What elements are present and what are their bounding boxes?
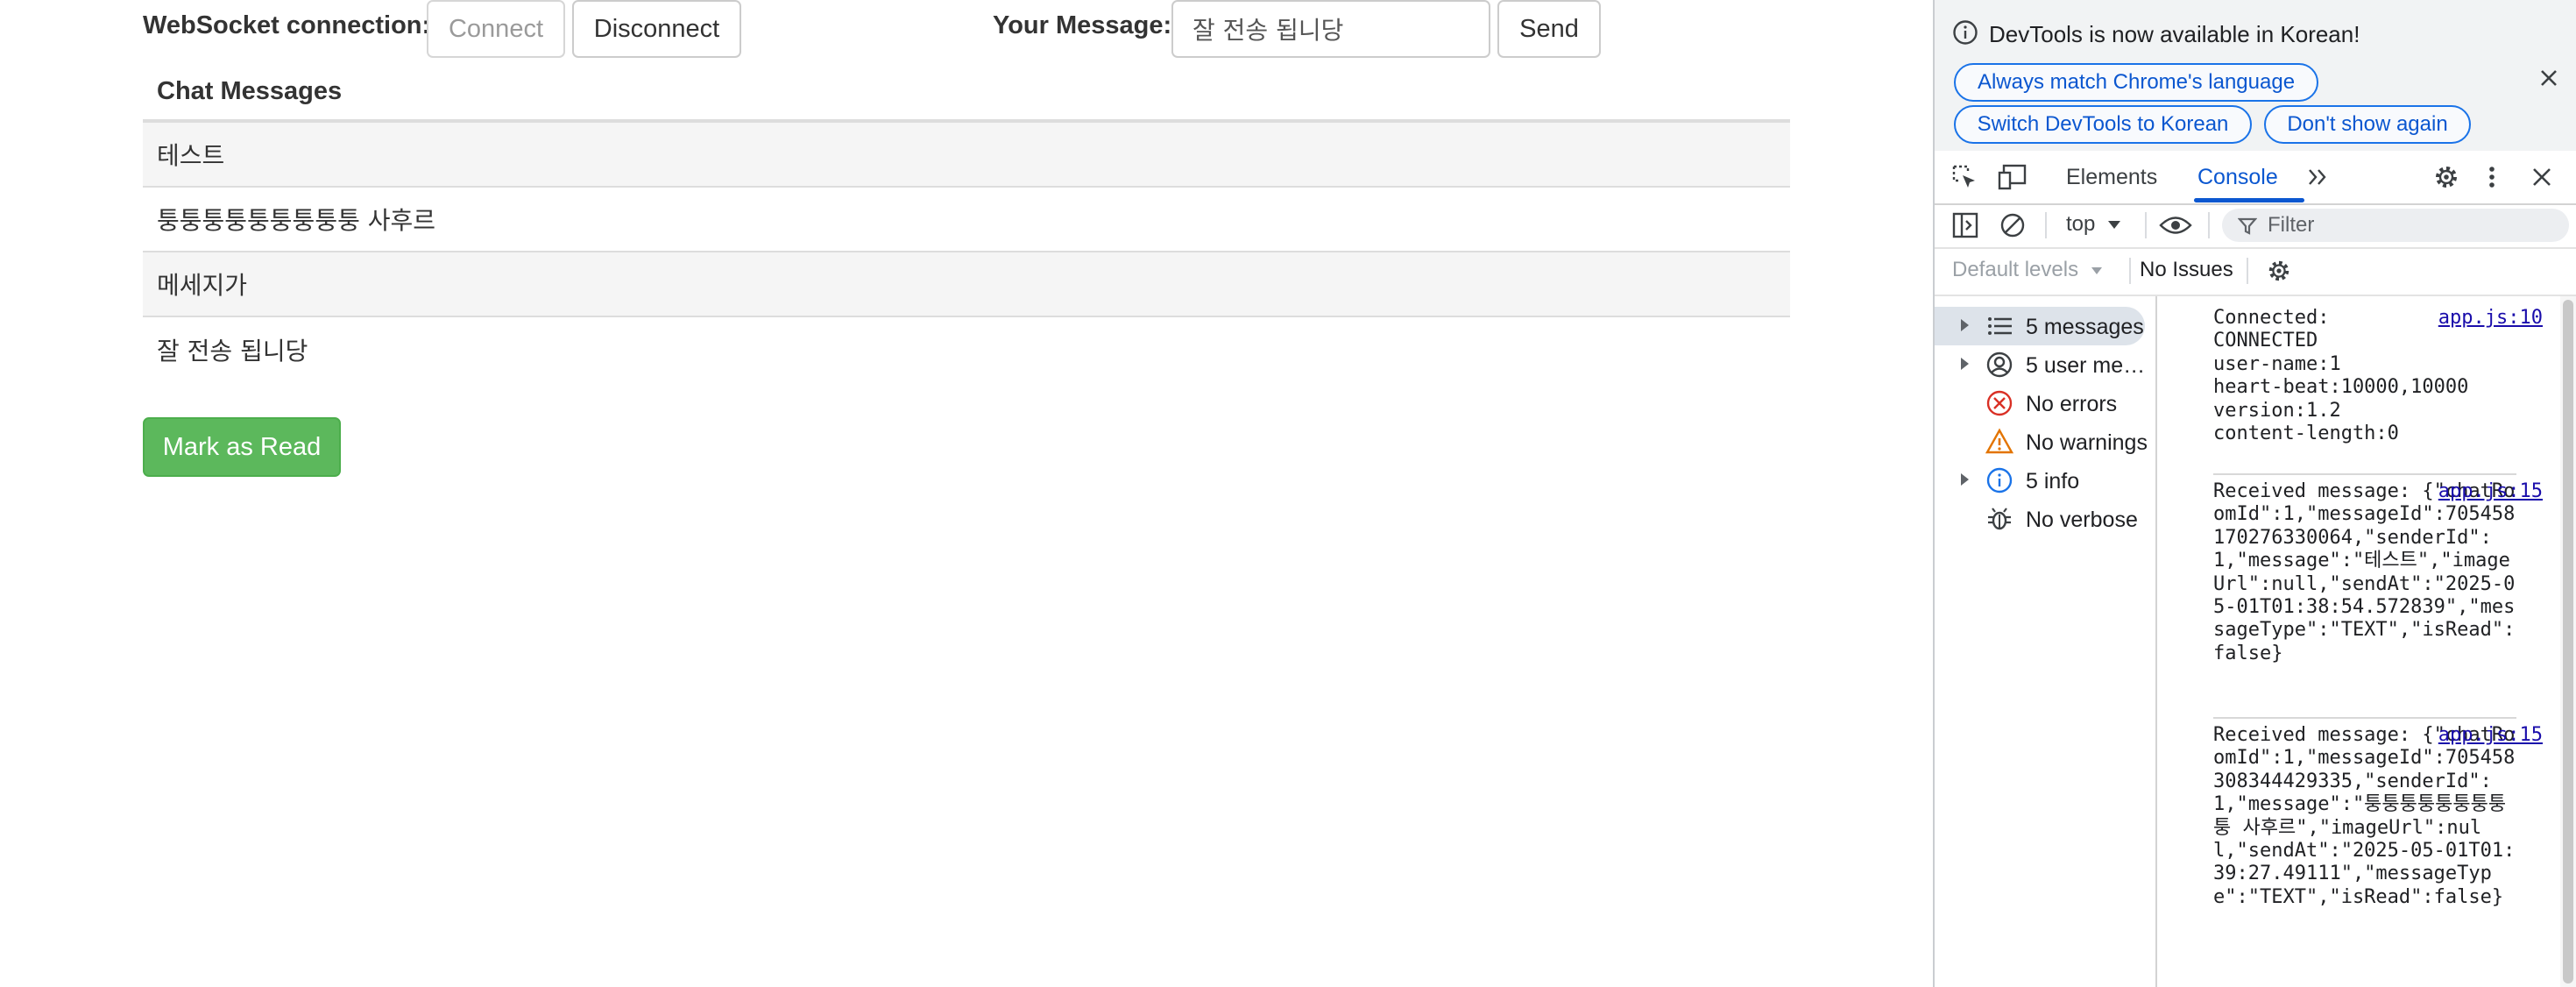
sidebar-item-warnings[interactable]: No warnings [1935, 422, 2154, 461]
console-toolbar: top Filter [1935, 203, 2576, 249]
switch-to-korean-button[interactable]: Switch DevTools to Korean [1954, 105, 2252, 144]
filter-input[interactable]: Filter [2222, 209, 2569, 242]
active-tab-indicator [2194, 198, 2304, 202]
log-levels-dropdown[interactable]: Default levels [1952, 258, 2102, 282]
scrollbar-thumb[interactable] [2563, 300, 2573, 983]
connect-button[interactable]: Connect [427, 0, 565, 58]
log-source-link[interactable]: app.js:15 [2438, 480, 2543, 503]
message-input[interactable]: 잘 전송 됩니당 [1171, 0, 1490, 58]
sidebar-item-label: No errors [2026, 392, 2118, 416]
devtools-panel: DevTools is now available in Korean! Alw… [1933, 0, 2576, 987]
close-icon[interactable] [2537, 67, 2560, 89]
info-icon [1953, 20, 1978, 45]
sidebar-item-messages[interactable]: 5 messages [1935, 307, 2145, 345]
filter-placeholder: Filter [2268, 213, 2315, 237]
warning-icon [1985, 428, 2013, 454]
chevron-down-icon [2091, 266, 2102, 274]
divider [2145, 212, 2147, 238]
more-tabs-icon[interactable] [2306, 167, 2331, 188]
sidebar-item-label: No verbose [2026, 508, 2138, 532]
inspect-element-icon[interactable] [1950, 163, 1978, 191]
sidebar-item-errors[interactable]: No errors [1935, 384, 2154, 422]
expand-arrow-icon [1961, 473, 1969, 486]
table-row: 테스트 [143, 123, 1790, 188]
table-row: 잘 전송 됩니당 [157, 337, 308, 366]
more-options-icon[interactable] [2485, 163, 2499, 191]
table-row: 메세지가 [143, 252, 1790, 317]
sidebar-toggle-icon[interactable] [1952, 212, 1978, 238]
infobar-message: DevTools is now available in Korean! [1989, 21, 2360, 47]
context-value: top [2066, 212, 2096, 236]
sidebar-item-user-messages[interactable]: 5 user messages [1935, 345, 2154, 384]
send-button[interactable]: Send [1497, 0, 1601, 58]
sidebar-item-label: 5 messages [2026, 315, 2144, 339]
clear-console-icon[interactable] [1999, 212, 2026, 238]
error-icon [1986, 390, 2013, 416]
sidebar-item-label: 5 user messages [2026, 353, 2148, 378]
dont-show-again-button[interactable]: Don't show again [2264, 105, 2471, 144]
table-row: 퉁퉁퉁퉁퉁퉁퉁퉁퉁 사후르 [143, 188, 1790, 252]
close-devtools-icon[interactable] [2530, 166, 2553, 188]
chat-messages-table: Chat Messages 테스트 퉁퉁퉁퉁퉁퉁퉁퉁퉁 사후르 메세지가 잘 전… [143, 63, 1790, 382]
console-log-area: Connected: CONNECTED user-name:1 heart-b… [2157, 296, 2560, 987]
user-icon [1986, 351, 2013, 378]
sidebar-item-info[interactable]: 5 info [1935, 461, 2154, 500]
console-scrollbar[interactable] [2560, 296, 2576, 987]
devtools-tabbar: Elements Console [1935, 151, 2576, 205]
issues-counter[interactable]: No Issues [2140, 258, 2233, 282]
console-settings-gear-icon[interactable] [2266, 258, 2292, 284]
divider [2208, 212, 2210, 238]
websocket-label: WebSocket connection: [143, 11, 431, 39]
log-divider [2213, 717, 2516, 719]
filter-funnel-icon [2238, 217, 2257, 235]
message-label: Your Message: [993, 11, 1172, 39]
log-text: Received message: {"chatRoomId":1,"messa… [2213, 724, 2516, 908]
divider [2247, 258, 2248, 284]
log-text: Received message: {"chatRoomId":1,"messa… [2213, 480, 2516, 664]
info-icon [1986, 467, 2013, 494]
console-sidebar: 5 messages 5 user messages No errors [1935, 296, 2157, 987]
tab-console[interactable]: Console [2197, 151, 2278, 203]
context-selector[interactable]: top [2066, 212, 2121, 237]
log-divider [2213, 473, 2516, 475]
list-icon [1988, 317, 2012, 335]
sidebar-item-label: 5 info [2026, 469, 2080, 494]
divider [2045, 212, 2047, 238]
chevron-down-icon [2108, 221, 2121, 230]
log-levels-label: Default levels [1952, 258, 2079, 281]
language-infobar: DevTools is now available in Korean! Alw… [1935, 0, 2576, 151]
chat-app-page: WebSocket connection: Connect Disconnect… [0, 0, 1933, 987]
log-source-link[interactable]: app.js:10 [2438, 307, 2543, 330]
expand-arrow-icon [1961, 358, 1969, 370]
bug-icon [1988, 508, 2011, 530]
console-levels-bar: Default levels No Issues [1935, 247, 2576, 296]
tab-elements[interactable]: Elements [2066, 151, 2157, 203]
settings-gear-icon[interactable] [2432, 163, 2460, 191]
device-toolbar-icon[interactable] [1998, 163, 2028, 191]
always-match-language-button[interactable]: Always match Chrome's language [1954, 63, 2318, 102]
sidebar-item-verbose[interactable]: No verbose [1935, 500, 2154, 538]
live-expression-eye-icon[interactable] [2159, 214, 2192, 237]
table-header: Chat Messages [143, 63, 1790, 123]
disconnect-button[interactable]: Disconnect [572, 0, 741, 58]
expand-arrow-icon [1961, 319, 1969, 331]
log-source-link[interactable]: app.js:15 [2438, 724, 2543, 747]
sidebar-item-label: No warnings [2026, 430, 2148, 455]
divider [2129, 258, 2131, 284]
mark-as-read-button[interactable]: Mark as Read [143, 417, 341, 477]
